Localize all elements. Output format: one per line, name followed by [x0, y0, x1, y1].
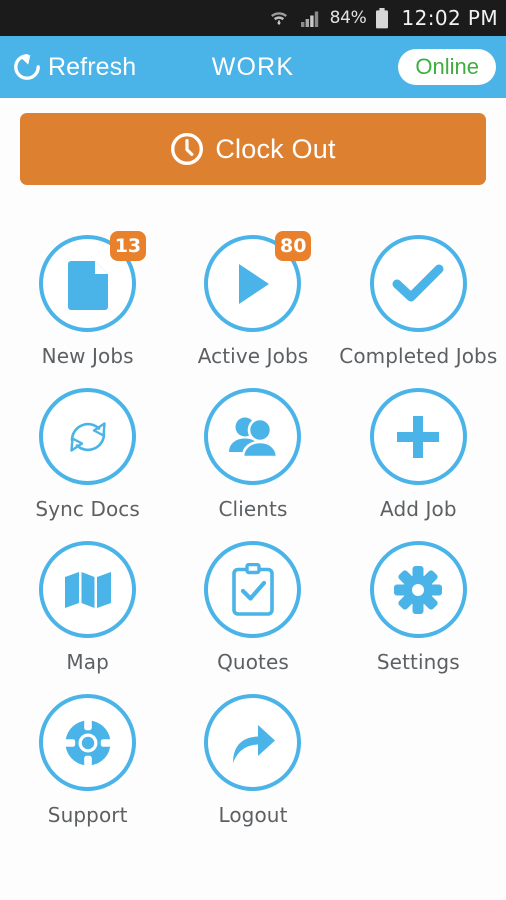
tile-label: Completed Jobs [339, 344, 498, 368]
tile-circle [204, 694, 302, 791]
tile-support[interactable]: Support [5, 694, 170, 847]
clipboard-check-icon [230, 562, 276, 617]
tile-label: Support [47, 803, 128, 827]
battery-icon [375, 7, 389, 29]
map-icon [63, 569, 113, 611]
tile-label: Logout [218, 803, 288, 827]
refresh-button[interactable]: Refresh [0, 48, 136, 86]
tile-label: Active Jobs [197, 344, 309, 368]
refresh-label: Refresh [48, 52, 137, 81]
tile-active-jobs[interactable]: 80 Active Jobs [170, 231, 335, 388]
sync-icon [61, 410, 115, 464]
people-icon [226, 414, 280, 460]
tile-circle [39, 541, 137, 638]
clock-button-container: Clock Out [0, 98, 506, 185]
tile-new-jobs[interactable]: 13 New Jobs [5, 231, 170, 388]
tile-circle: 13 [39, 231, 147, 332]
tile-quotes[interactable]: Quotes [170, 541, 335, 694]
wifi-transfer-icon [268, 7, 290, 29]
app-screen: 84% 12:02 PM Refresh WORK Online Clock O… [0, 0, 506, 900]
gear-icon [393, 565, 443, 615]
tile-circle: 80 [204, 231, 312, 332]
tile-logout[interactable]: Logout [170, 694, 335, 847]
tile-circle [204, 388, 302, 485]
status-bar-clock: 12:02 PM [401, 6, 498, 30]
app-header: Refresh WORK Online [0, 36, 506, 98]
tile-circle [204, 541, 302, 638]
tile-circle [369, 541, 467, 638]
clock-out-button[interactable]: Clock Out [20, 113, 486, 185]
cellular-signal-icon [299, 8, 321, 28]
tile-label: Add Job [380, 497, 457, 521]
clock-out-label: Clock Out [215, 133, 336, 164]
tile-label: Quotes [217, 650, 289, 674]
share-arrow-icon [227, 718, 279, 768]
grid-empty-cell [336, 694, 501, 847]
tile-sync-docs[interactable]: Sync Docs [5, 388, 170, 541]
tile-circle [369, 388, 467, 485]
tile-circle [369, 235, 467, 332]
tile-label: Map [66, 650, 109, 674]
document-icon [65, 258, 111, 310]
tile-label: Settings [376, 650, 460, 674]
status-bar: 84% 12:02 PM [0, 0, 506, 36]
feature-grid: 13 New Jobs 80 Active Jobs Completed Job… [0, 185, 506, 900]
refresh-icon [8, 48, 46, 86]
tile-completed-jobs[interactable]: Completed Jobs [336, 235, 501, 388]
tile-label: New Jobs [41, 344, 134, 368]
badge-count: 13 [109, 231, 147, 261]
tile-map[interactable]: Map [5, 541, 170, 694]
online-status-badge[interactable]: Online [398, 49, 496, 85]
tile-label: Clients [218, 497, 288, 521]
tile-clients[interactable]: Clients [170, 388, 335, 541]
tile-settings[interactable]: Settings [336, 541, 501, 694]
badge-count: 80 [275, 231, 312, 261]
clock-icon [170, 132, 204, 166]
tile-circle [39, 388, 137, 485]
check-icon [392, 262, 444, 306]
tile-add-job[interactable]: Add Job [336, 388, 501, 541]
tile-circle [39, 694, 137, 791]
tile-label: Sync Docs [35, 497, 140, 521]
life-ring-icon [62, 717, 114, 769]
battery-percent-label: 84% [329, 8, 367, 28]
plus-icon [393, 412, 443, 462]
play-icon [231, 260, 275, 308]
